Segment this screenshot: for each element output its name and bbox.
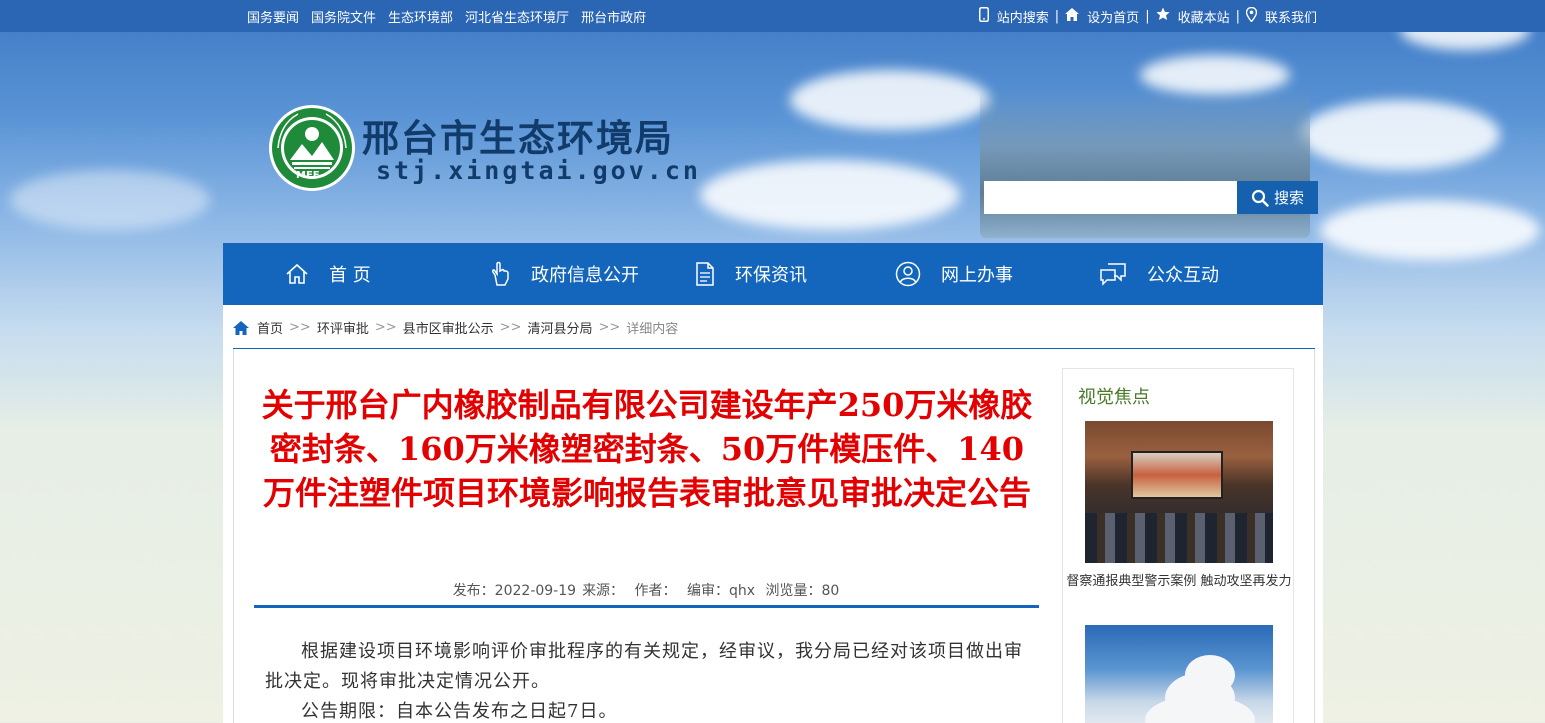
breadcrumb: 首页 >> 环评审批 >> 县市区审批公示 >> 清河县分局 >> 详细内容 — [233, 318, 678, 337]
cloud-decoration — [700, 160, 960, 230]
search-button-label: 搜索 — [1273, 189, 1304, 207]
main-nav: 首 页 政府信息公开 环保资讯 网上办事 公众互动 — [223, 243, 1323, 305]
cloud-decoration — [1320, 200, 1540, 260]
breadcrumb-current: 详细内容 — [626, 322, 679, 337]
article-paragraph: 公告期限：自本公告发布之日起7日。 — [301, 701, 618, 722]
nav-item-env-news[interactable]: 环保资讯 — [695, 243, 807, 305]
top-bar: 国务要闻 国务院文件 生态环境部 河北省生态环境厅 邢台市政府 站内搜索 | 设… — [0, 0, 1545, 32]
chat-icon — [1099, 262, 1127, 286]
mee-logo[interactable]: MEE — [268, 104, 356, 192]
divider: | — [1054, 8, 1060, 24]
contact-label: 联系我们 — [1264, 10, 1317, 26]
nav-item-label: 环保资讯 — [735, 265, 807, 286]
cloud-shape — [1185, 655, 1235, 695]
home-icon — [233, 320, 249, 335]
home-icon — [285, 263, 309, 285]
hand-icon — [489, 261, 511, 287]
photo-caption-link[interactable]: 督察通报典型警示案例 触动攻坚再发力 — [1063, 567, 1295, 597]
publish-date: 发布：2022-09-19 — [452, 583, 577, 599]
search-input[interactable] — [984, 181, 1237, 214]
nav-item-label: 首 页 — [329, 265, 371, 286]
sidebar-title: 视觉焦点 — [1078, 387, 1150, 408]
content-area: 首页 >> 环评审批 >> 县市区审批公示 >> 清河县分局 >> 详细内容 关… — [223, 305, 1323, 723]
nav-item-public-interaction[interactable]: 公众互动 — [1099, 243, 1219, 305]
bookmark-label: 收藏本站 — [1177, 10, 1230, 26]
cityscape-banner-image — [980, 88, 1310, 238]
search-icon — [1251, 189, 1269, 207]
cloud-decoration — [1300, 100, 1500, 170]
top-link-state-news[interactable]: 国务要闻 — [247, 7, 299, 26]
site-title: 邢台市生态环境局 — [362, 116, 674, 160]
site-search-label: 站内搜索 — [996, 10, 1049, 26]
contact-link[interactable]: 联系我们 — [1245, 6, 1317, 26]
nav-item-label: 网上办事 — [941, 265, 1013, 286]
home-icon — [1065, 7, 1080, 25]
breadcrumb-separator: >> — [598, 320, 621, 335]
top-link-state-council-docs[interactable]: 国务院文件 — [311, 7, 376, 26]
cloud-shape — [1145, 695, 1255, 723]
article-paragraph: 根据建设项目环境影响评价审批程序的有关规定，经审议，我分局已经对该项目做出审批决… — [265, 641, 1023, 692]
document-icon — [695, 262, 715, 286]
logo-text: MEE — [296, 170, 320, 181]
bookmark-link[interactable]: 收藏本站 — [1155, 7, 1230, 26]
top-links: 国务要闻 国务院文件 生态环境部 河北省生态环境厅 邢台市政府 — [247, 0, 658, 32]
breadcrumb-qinghe-branch[interactable]: 清河县分局 — [527, 318, 592, 337]
search-button[interactable]: 搜索 — [1237, 181, 1318, 214]
top-right-links: 站内搜索 | 设为首页 | 收藏本站 | 联系我们 — [978, 0, 1317, 32]
nav-item-label: 公众互动 — [1147, 265, 1219, 286]
audience — [1085, 513, 1273, 563]
divider: | — [1145, 8, 1150, 24]
meta-divider — [254, 605, 1039, 608]
divider: | — [1235, 8, 1240, 24]
nav-item-online-services[interactable]: 网上办事 — [895, 243, 1013, 305]
top-link-xingtai-gov[interactable]: 邢台市政府 — [581, 7, 646, 26]
location-icon — [1245, 6, 1258, 26]
site-search-link[interactable]: 站内搜索 — [978, 6, 1049, 26]
nav-item-home[interactable]: 首 页 — [285, 243, 371, 305]
nav-item-label: 政府信息公开 — [531, 265, 639, 286]
breadcrumb-separator: >> — [374, 320, 397, 335]
star-icon — [1155, 7, 1170, 25]
breadcrumb-eia-approval[interactable]: 环评审批 — [317, 318, 369, 337]
projector-screen — [1131, 451, 1223, 499]
breadcrumb-separator: >> — [289, 320, 311, 335]
article-meta: 发布：2022-09-19 来源： 作者： 编审：qhx 浏览量：80 — [253, 580, 1039, 600]
meeting-photo[interactable] — [1085, 421, 1273, 563]
cloud-decoration — [790, 70, 990, 130]
top-link-hebei-dept[interactable]: 河北省生态环境厅 — [465, 7, 569, 26]
sidebar-visual-focus: 视觉焦点 督察通报典型警示案例 触动攻坚再发力 — [1062, 368, 1294, 723]
nav-item-gov-info[interactable]: 政府信息公开 — [489, 243, 639, 305]
sky-photo[interactable] — [1085, 625, 1273, 723]
breadcrumb-home[interactable]: 首页 — [257, 318, 283, 337]
author: 作者： — [634, 583, 677, 599]
set-homepage-label: 设为首页 — [1087, 10, 1140, 26]
user-icon — [895, 261, 921, 287]
top-link-mee[interactable]: 生态环境部 — [388, 7, 453, 26]
article-title: 关于邢台广内橡胶制品有限公司建设年产250万米橡胶密封条、160万米橡塑密封条、… — [261, 386, 1033, 512]
breadcrumb-county-approval[interactable]: 县市区审批公示 — [403, 318, 494, 337]
article-body: 根据建设项目环境影响评价审批程序的有关规定，经审议，我分局已经对该项目做出审批决… — [265, 637, 1035, 723]
site-domain: stj.xingtai.gov.cn — [376, 156, 701, 185]
cloud-decoration — [10, 170, 210, 230]
source: 来源： — [582, 583, 625, 599]
view-count: 浏览量：80 — [765, 583, 840, 599]
breadcrumb-separator: >> — [499, 320, 522, 335]
set-homepage-link[interactable]: 设为首页 — [1065, 7, 1139, 26]
phone-icon — [978, 6, 989, 26]
editor: 编审：qhx — [686, 583, 756, 599]
